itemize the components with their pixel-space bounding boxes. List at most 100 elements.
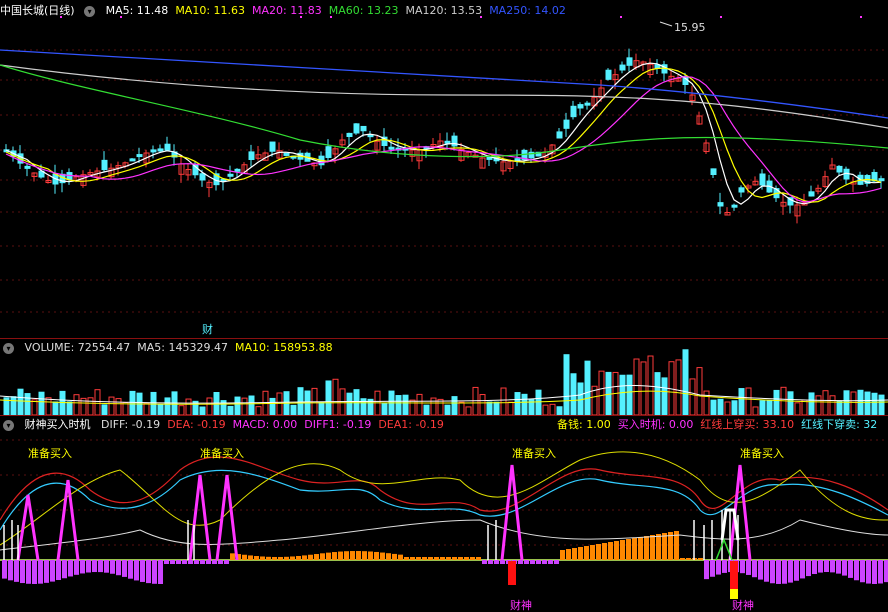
- volume-bar: [563, 354, 570, 416]
- ma5-line: [5, 62, 882, 205]
- macd-bar: [662, 533, 667, 560]
- macd-bar: [548, 560, 553, 564]
- volume-bar: [801, 399, 808, 416]
- volume-bar: [731, 400, 738, 416]
- macd-bar: [476, 557, 481, 560]
- volume-bar: [206, 397, 213, 416]
- volume-bar: [234, 396, 241, 416]
- macd-bar: [314, 554, 319, 560]
- volume-bar: [556, 406, 563, 416]
- volume-bar: [500, 387, 507, 416]
- macd-bar: [356, 551, 361, 560]
- candlesticks: [3, 48, 885, 224]
- volume-bar: [654, 372, 661, 416]
- macd-bar: [494, 560, 499, 564]
- macd-bar: [164, 560, 169, 564]
- macd-bar: [152, 560, 157, 584]
- candle-body: [619, 64, 626, 71]
- macd-bar: [704, 560, 709, 580]
- volume-bar: [864, 391, 871, 416]
- macd-bar: [404, 557, 409, 560]
- macd-bar: [344, 551, 349, 560]
- volume-bar: [696, 367, 703, 416]
- indicator-panel-dropdown-icon[interactable]: ▾: [3, 419, 14, 431]
- volume-label-0: VOLUME: 72554.47: [24, 341, 131, 354]
- indicator-panel-header: ▾ 财神买入时机 DIFF: -0.19 DEA: -0.19 MACD: 0.00…: [0, 416, 888, 433]
- volume-bar: [787, 391, 794, 416]
- ma-label-0: MA5: 11.48: [105, 4, 169, 17]
- macd-bar: [854, 560, 859, 581]
- candle-body: [164, 143, 171, 151]
- macd-bar: [758, 560, 763, 580]
- macd-bar: [2, 560, 7, 579]
- volume-bar: [185, 398, 192, 416]
- candle-body: [878, 178, 885, 182]
- prepare-buy-label: 准备买入: [512, 446, 556, 460]
- macd-label-1: DEA: -0.19: [167, 418, 226, 431]
- macd-bar: [686, 558, 691, 560]
- macd-bar: [326, 552, 331, 560]
- ma-label-1: MA10: 11.63: [175, 4, 246, 17]
- prepare-buy-label: 准备买入: [200, 446, 244, 460]
- macd-bar: [482, 560, 487, 564]
- volume-bar: [640, 361, 647, 416]
- volume-bar: [619, 374, 626, 416]
- volume-bar: [143, 402, 150, 416]
- volume-bar: [514, 392, 521, 416]
- macd-bar: [452, 557, 457, 560]
- macd-bar: [32, 560, 37, 584]
- macd-bar: [254, 556, 259, 560]
- caishen-marker-label: 财: [202, 322, 213, 336]
- volume-bar: [122, 402, 129, 416]
- volume-bar: [129, 390, 136, 416]
- caishen-block-red: [508, 561, 516, 585]
- macd-bar: [170, 560, 175, 564]
- volume-bar: [10, 396, 17, 416]
- macd-bar: [86, 560, 91, 573]
- candle-body: [444, 140, 451, 144]
- macd-label-4: DEA1: -0.19: [378, 418, 444, 431]
- macd-bar: [650, 535, 655, 560]
- macd-bar: [740, 560, 745, 574]
- macd-bar: [62, 560, 67, 579]
- prepare-buy-label: 准备买入: [28, 446, 72, 460]
- macd-bar: [458, 557, 463, 560]
- candle-body: [563, 119, 570, 129]
- candle-body: [234, 168, 241, 172]
- candle-body: [808, 191, 815, 197]
- ma120-line: [0, 64, 888, 129]
- volume-bar: [101, 404, 108, 416]
- macd-bar: [554, 560, 559, 564]
- volume-bar: [108, 396, 115, 416]
- macd-label-3: DIFF1: -0.19: [304, 418, 372, 431]
- stock-title[interactable]: 中国长城(日线): [0, 4, 75, 17]
- indicator-dropdown-icon[interactable]: ▾: [84, 5, 96, 17]
- volume-bar: [703, 390, 710, 416]
- macd-bar: [320, 553, 325, 560]
- macd-bar: [788, 560, 793, 583]
- volume-bar: [73, 394, 80, 416]
- macd-bar: [26, 560, 31, 584]
- macd-bar: [308, 554, 313, 560]
- macd-bar: [824, 560, 829, 573]
- volume-bar: [724, 401, 731, 416]
- macd-bar: [200, 560, 205, 564]
- indicator-title[interactable]: 财神买入时机: [25, 418, 91, 431]
- macd-bar: [560, 550, 565, 560]
- macd-bar: [260, 556, 265, 560]
- macd-bar: [194, 560, 199, 564]
- macd-bar: [44, 560, 49, 583]
- volume-bar: [829, 395, 836, 416]
- macd-bar: [380, 552, 385, 560]
- volume-bar: [878, 394, 885, 416]
- candle-body: [514, 158, 521, 162]
- macd-bar: [632, 538, 637, 560]
- macd-bar: [794, 560, 799, 581]
- volume-bar: [31, 399, 38, 416]
- volume-bar: [836, 400, 843, 416]
- macd-bar: [392, 553, 397, 560]
- stock-chart-canvas[interactable]: 15.95 财准备买入 准备买入 准备买入 准备买入财神 财神: [0, 0, 888, 612]
- volume-bar: [290, 404, 297, 416]
- buy-signal-spike: [16, 494, 40, 561]
- volume-dropdown-icon[interactable]: ▾: [3, 342, 14, 354]
